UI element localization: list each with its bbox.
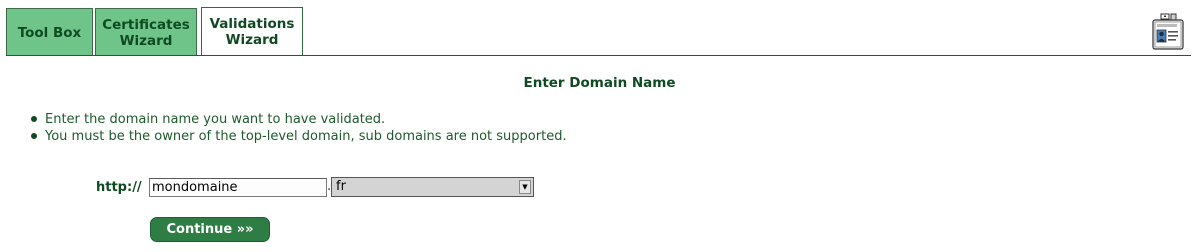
- id-badge-icon: [1152, 13, 1184, 50]
- page-title: Enter Domain Name: [523, 75, 676, 91]
- continue-button[interactable]: Continue »»: [150, 217, 270, 242]
- tab-certificates-wizard[interactable]: Certificates Wizard: [95, 8, 197, 56]
- bullet-icon: [31, 116, 37, 122]
- list-item: You must be the owner of the top-level d…: [31, 128, 567, 145]
- tld-selected-value: fr: [336, 179, 346, 194]
- tab-validations-wizard[interactable]: Validations Wizard: [201, 7, 303, 57]
- tab-label: Tool Box: [17, 24, 82, 41]
- instruction-text: You must be the owner of the top-level d…: [45, 129, 567, 144]
- instruction-text: Enter the domain name you want to have v…: [45, 112, 386, 127]
- tab-bar: Tool Box Certificates Wizard Validations…: [0, 0, 1199, 57]
- tab-label: Validations Wizard: [209, 16, 295, 48]
- tld-select[interactable]: fr ▼: [331, 177, 534, 197]
- domain-name-input[interactable]: [149, 178, 327, 197]
- list-item: Enter the domain name you want to have v…: [31, 111, 567, 128]
- bullet-icon: [31, 133, 37, 139]
- tab-underline: [6, 55, 1191, 56]
- tab-label: Certificates Wizard: [102, 16, 190, 49]
- instruction-list: Enter the domain name you want to have v…: [31, 111, 567, 145]
- protocol-label: http://: [96, 180, 142, 195]
- tab-tool-box[interactable]: Tool Box: [6, 8, 93, 56]
- chevron-down-icon[interactable]: ▼: [519, 180, 531, 194]
